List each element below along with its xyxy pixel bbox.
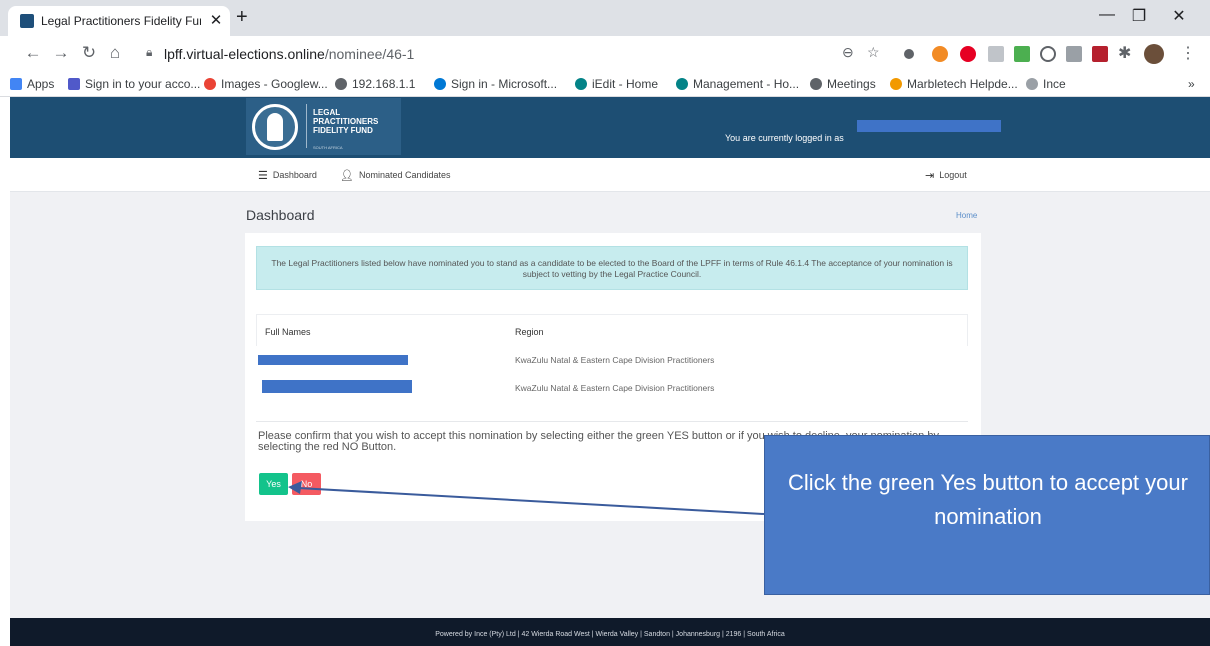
app-navigation: ☰ Dashboard 👤︎ Nominated Candidates ⇥ Logou… — [10, 158, 1210, 192]
window-close-button[interactable]: ✕ — [1164, 6, 1194, 26]
nav-dashboard[interactable]: ☰ Dashboard — [258, 169, 317, 182]
user-icon: 👤︎ — [340, 170, 354, 182]
bookmark-item[interactable]: Management - Ho... — [676, 77, 799, 91]
minimize-button[interactable]: — — [1092, 6, 1122, 24]
page-title: Dashboard — [246, 207, 315, 223]
reload-icon[interactable]: ↻ — [78, 43, 100, 63]
divider — [256, 421, 968, 422]
logout-link[interactable]: ⇥ Logout — [925, 169, 967, 182]
sharepoint-icon — [676, 78, 688, 90]
url-text[interactable]: lpff.virtual-elections.online/nominee/46… — [164, 46, 414, 62]
menu-icon: ☰ — [258, 170, 268, 182]
bookmark-item[interactable]: Meetings — [810, 77, 876, 91]
table-row: KwaZulu Natal & Eastern Cape Division Pr… — [256, 374, 968, 402]
site-header: LEGAL PRACTITIONERS FIDELITY FUND SOUTH … — [10, 97, 1210, 158]
bookmark-item[interactable]: Marbletech Helpde... — [890, 77, 1018, 91]
bookmark-star-icon[interactable]: ☆ — [867, 44, 880, 61]
bookmark-item[interactable]: Sign in to your acco... — [68, 77, 200, 91]
yes-button[interactable]: Yes — [259, 473, 288, 495]
helpdesk-icon — [890, 78, 902, 90]
browser-toolbar: ← → ↻ ⌂ 🔒︎ lpff.virtual-elections.online… — [0, 36, 1210, 72]
instruction-callout: Click the green Yes button to accept you… — [764, 435, 1210, 595]
bookmark-item[interactable]: iEdit - Home — [575, 77, 658, 91]
google-icon — [204, 78, 216, 90]
region-cell: KwaZulu Natal & Eastern Cape Division Pr… — [515, 355, 715, 365]
sharepoint-icon — [575, 78, 587, 90]
info-alert: The Legal Practitioners listed below hav… — [256, 246, 968, 290]
checkmark-icon — [1026, 78, 1038, 90]
logo-text: LEGAL PRACTITIONERS FIDELITY FUND — [313, 108, 379, 135]
redacted-username — [857, 120, 1001, 132]
extensions-puzzle-icon[interactable]: ✱ — [1118, 43, 1131, 63]
lock-icon: 🔒︎ — [146, 45, 153, 59]
extension-icon[interactable] — [932, 46, 948, 62]
extension-icon[interactable] — [1014, 46, 1030, 62]
logo-subtitle: SOUTH AFRICA — [313, 145, 343, 150]
forward-arrow-icon[interactable]: → — [50, 43, 72, 63]
avatar[interactable] — [1144, 44, 1164, 64]
bookmark-item[interactable]: 192.168.1.1 — [335, 77, 415, 91]
close-icon[interactable]: ✕ — [207, 11, 225, 29]
bookmarks-overflow-button[interactable]: » — [1188, 77, 1195, 91]
bookmark-apps[interactable]: Apps — [10, 77, 54, 91]
breadcrumb-home-link[interactable]: Home — [956, 211, 977, 220]
nav-nominated-candidates[interactable]: 👤︎ Nominated Candidates — [340, 169, 451, 182]
more-menu-icon[interactable]: ⋮ — [1180, 43, 1196, 63]
browser-tab-bar: Legal Practitioners Fidelity Fund ✕ + — … — [0, 0, 1210, 36]
extension-icon[interactable] — [988, 46, 1004, 62]
qr-code-icon[interactable] — [1066, 46, 1082, 62]
new-tab-button[interactable]: + — [236, 6, 248, 29]
region-cell: KwaZulu Natal & Eastern Cape Division Pr… — [515, 383, 715, 393]
pdf-icon[interactable] — [1092, 46, 1108, 62]
extension-icon[interactable] — [904, 49, 914, 59]
onedrive-cloud-icon — [434, 78, 446, 90]
footer-text: Powered by Ince (Pty) Ltd | 42 Wierda Ro… — [435, 631, 785, 638]
bookmarks-bar: Apps Sign in to your acco... Images - Go… — [0, 72, 1210, 97]
no-button[interactable]: No — [292, 473, 321, 495]
address-bar[interactable]: 🔒︎ lpff.virtual-elections.online/nominee… — [140, 41, 900, 67]
bookmark-item[interactable]: Sign in - Microsoft... — [434, 77, 557, 91]
site-favicon-icon — [20, 14, 34, 28]
logo-divider — [306, 104, 307, 148]
redacted-name — [258, 355, 408, 365]
apps-grid-icon — [10, 78, 22, 90]
column-header-full-names: Full Names — [265, 327, 311, 337]
globe-icon — [810, 78, 822, 90]
speed-icon[interactable] — [1040, 46, 1056, 62]
lpff-logo[interactable]: LEGAL PRACTITIONERS FIDELITY FUND SOUTH … — [246, 98, 401, 155]
table-header: Full Names Region — [256, 314, 968, 346]
browser-tab[interactable]: Legal Practitioners Fidelity Fund ✕ — [8, 6, 230, 36]
callout-text: Click the green Yes button to accept you… — [788, 470, 1188, 529]
site-footer: Powered by Ince (Pty) Ltd | 42 Wierda Ro… — [10, 618, 1210, 646]
table-row: KwaZulu Natal & Eastern Cape Division Pr… — [256, 346, 968, 374]
maximize-button[interactable]: ❐ — [1124, 6, 1154, 26]
logged-in-label: You are currently logged in as — [725, 133, 844, 143]
zoom-icon[interactable]: ⊖ — [842, 44, 854, 61]
back-arrow-icon[interactable]: ← — [22, 43, 44, 63]
bookmark-item[interactable]: Images - Googlew... — [204, 77, 328, 91]
lpff-emblem-icon — [252, 104, 298, 150]
tab-title: Legal Practitioners Fidelity Fund — [41, 14, 201, 28]
redacted-name — [262, 380, 412, 393]
teams-icon — [68, 78, 80, 90]
globe-icon — [335, 78, 347, 90]
home-icon[interactable]: ⌂ — [104, 43, 126, 63]
pinterest-icon[interactable] — [960, 46, 976, 62]
bookmark-item[interactable]: Ince — [1026, 77, 1066, 91]
logout-icon: ⇥ — [925, 170, 935, 182]
column-header-region: Region — [515, 327, 544, 337]
